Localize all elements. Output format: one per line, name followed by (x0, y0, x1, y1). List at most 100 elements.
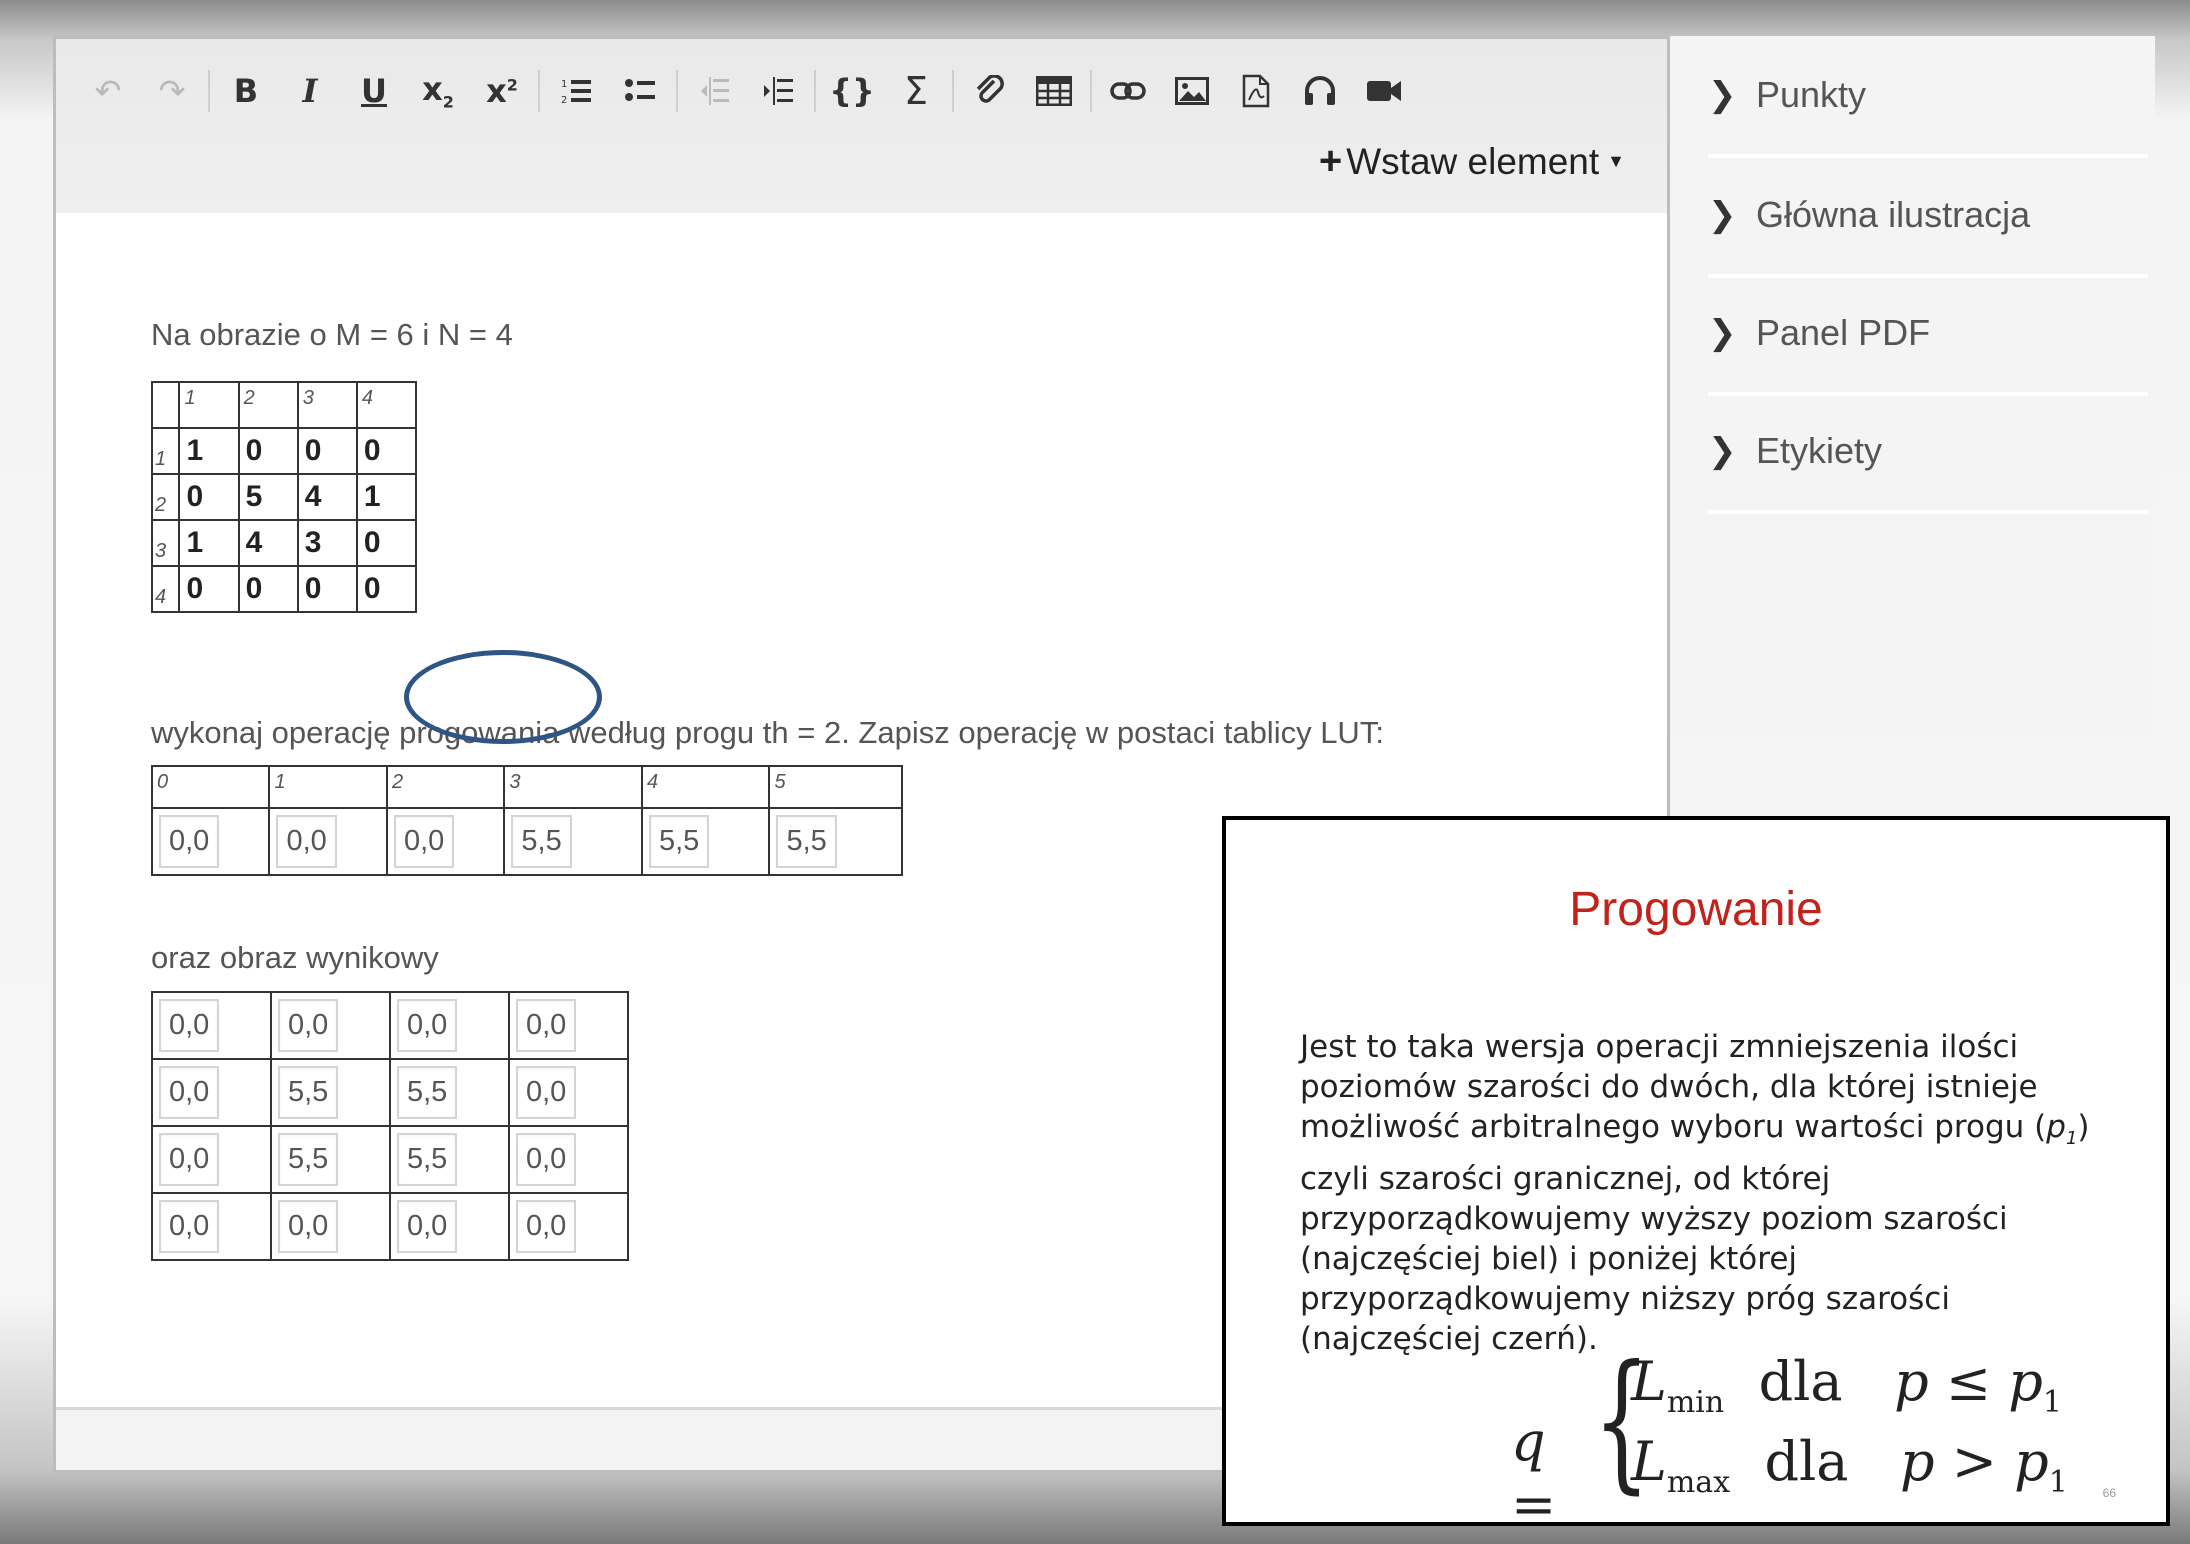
pixel-cell[interactable]: 0 (355, 427, 418, 475)
equation-sigma-icon[interactable]: Σ (884, 61, 948, 121)
undo-icon[interactable]: ↶ (76, 61, 140, 121)
result-value-field[interactable]: 5,5 (278, 1066, 339, 1119)
pixel-cell[interactable]: 1 (355, 473, 418, 521)
pixel-cell[interactable]: 0 (296, 565, 358, 613)
toolbar-separator (538, 70, 540, 112)
result-value-field[interactable]: 0,0 (159, 1133, 220, 1186)
code-braces-icon[interactable]: {} (820, 61, 884, 121)
link-icon[interactable] (1096, 61, 1160, 121)
input-image-table[interactable]: 1 2 3 4 1 1 0 0 0 2 0 5 4 1 3 1 4 3 0 4 … (150, 381, 418, 613)
lut-index-cell: 4 (640, 765, 771, 809)
result-value-field[interactable]: 5,5 (397, 1133, 458, 1186)
superscript-icon[interactable]: x2 (470, 61, 534, 121)
sidebar-item-label: Panel PDF (1756, 312, 1931, 353)
numbered-list-icon[interactable]: 12 (544, 61, 608, 121)
toolbar-separator (952, 70, 954, 112)
pixel-cell[interactable]: 0 (296, 427, 358, 475)
italic-icon[interactable]: I (278, 61, 342, 121)
col-index-cell: 2 (237, 381, 299, 429)
lut-value-field[interactable]: 5,5 (776, 815, 837, 868)
bullet-list-icon[interactable] (608, 61, 672, 121)
result-cell: 0,0 (508, 1125, 629, 1194)
lut-value-field[interactable]: 5,5 (511, 815, 572, 868)
lut-value-cell: 0,0 (150, 808, 271, 876)
result-value-field[interactable]: 0,0 (159, 1066, 220, 1119)
result-cell: 0,0 (389, 991, 510, 1060)
lut-value-cell: 5,5 (503, 808, 643, 876)
pixel-cell[interactable]: 3 (296, 519, 358, 567)
chevron-right-icon: ❯ (1708, 431, 1737, 471)
caret-down-icon: ▼ (1607, 151, 1625, 171)
result-value-field[interactable]: 0,0 (278, 999, 339, 1052)
lut-value-field[interactable]: 0,0 (393, 815, 455, 868)
subscript-icon[interactable]: x2 (406, 61, 470, 121)
intro-text: Na obrazie o M = 6 i N = 4 (151, 317, 513, 352)
corner-cell (150, 381, 181, 429)
row-index-cell: 3 (150, 519, 181, 567)
pixel-cell[interactable]: 0 (237, 427, 299, 475)
toolbar-separator (208, 70, 210, 112)
outdent-icon[interactable] (682, 61, 746, 121)
sidebar-item-main-illustration[interactable]: ❯ Główna ilustracja (1708, 156, 2148, 278)
pixel-cell[interactable]: 0 (355, 519, 418, 567)
result-value-field[interactable]: 5,5 (278, 1133, 339, 1186)
lut-value-field[interactable]: 0,0 (159, 815, 220, 868)
result-value-field[interactable]: 5,5 (397, 1066, 458, 1119)
pixel-cell[interactable]: 4 (237, 519, 299, 567)
result-cell: 0,0 (151, 991, 272, 1060)
pixel-cell[interactable]: 5 (237, 473, 299, 521)
sidebar-item-labels[interactable]: ❯ Etykiety (1708, 392, 2148, 514)
lut-index-cell: 5 (768, 765, 903, 809)
result-value-field[interactable]: 0,0 (159, 1200, 220, 1253)
lut-value-cell: 5,5 (768, 808, 903, 876)
pdf-icon[interactable] (1224, 61, 1288, 121)
pixel-cell[interactable]: 0 (178, 565, 240, 613)
presentation-slide-overlay: Progowanie Jest to taka wersja operacji … (1222, 816, 2170, 1536)
pixel-cell[interactable]: 1 (178, 519, 240, 567)
result-label: oraz obraz wynikowy (151, 940, 439, 975)
redo-icon[interactable]: ↷ (140, 61, 204, 121)
result-value-field[interactable]: 0,0 (397, 1200, 458, 1253)
pixel-cell[interactable]: 0 (237, 565, 299, 613)
pixel-cell[interactable]: 0 (355, 565, 418, 613)
result-value-field[interactable]: 0,0 (516, 1133, 577, 1186)
lut-index-cell: 2 (385, 765, 506, 809)
chevron-right-icon: ❯ (1708, 195, 1737, 235)
audio-headphones-icon[interactable] (1288, 61, 1352, 121)
video-camera-icon[interactable] (1352, 61, 1416, 121)
toolbar-separator (1090, 70, 1092, 112)
indent-icon[interactable] (746, 61, 810, 121)
table-icon[interactable] (1022, 61, 1086, 121)
underline-icon[interactable]: U (342, 61, 406, 121)
sidebar-item-punkty[interactable]: ❯ Punkty (1708, 36, 2148, 158)
sidebar-item-label: Główna ilustracja (1756, 194, 2031, 235)
attachment-icon[interactable] (958, 61, 1022, 121)
result-value-field[interactable]: 0,0 (159, 999, 220, 1052)
lut-value-field[interactable]: 0,0 (276, 815, 337, 868)
result-value-field[interactable]: 0,0 (516, 1200, 577, 1253)
insert-element-button[interactable]: + Wstaw element ▼ (1319, 139, 1625, 184)
lut-value-field[interactable]: 5,5 (648, 815, 710, 868)
p1-symbol: (p1) (2034, 1109, 2090, 1150)
result-cell: 5,5 (389, 1125, 510, 1194)
result-value-field[interactable]: 0,0 (516, 1066, 577, 1119)
result-value-field[interactable]: 0,0 (278, 1200, 339, 1253)
result-value-field[interactable]: 0,0 (397, 999, 458, 1052)
pixel-cell[interactable]: 4 (296, 473, 358, 521)
result-image-table[interactable]: 0,0 0,0 0,0 0,0 0,0 5,5 5,5 0,0 0,0 5,5 … (151, 991, 629, 1261)
image-icon[interactable] (1160, 61, 1224, 121)
sidebar-item-label: Etykiety (1756, 430, 1883, 471)
pixel-cell[interactable]: 1 (178, 427, 240, 475)
sidebar-panel: ❯ Punkty ❯ Główna ilustracja ❯ Panel PDF… (1670, 36, 2155, 736)
lut-index-cell: 1 (268, 765, 388, 809)
lut-table[interactable]: 0 1 2 3 4 5 0,0 0,0 0,0 5,5 5,5 5,5 (150, 765, 903, 876)
insert-element-label: Wstaw element (1346, 140, 1600, 182)
bold-icon[interactable]: B (214, 61, 278, 121)
slide-title: Progowanie (1569, 883, 1823, 936)
result-value-field[interactable]: 0,0 (516, 999, 577, 1052)
pixel-cell[interactable]: 0 (178, 473, 240, 521)
result-cell: 0,0 (508, 1058, 629, 1127)
formula-row-max: Lmax dla p > p1 (1631, 1430, 2068, 1500)
sidebar-item-pdf-panel[interactable]: ❯ Panel PDF (1708, 274, 2148, 396)
result-cell: 0,0 (151, 1058, 272, 1127)
